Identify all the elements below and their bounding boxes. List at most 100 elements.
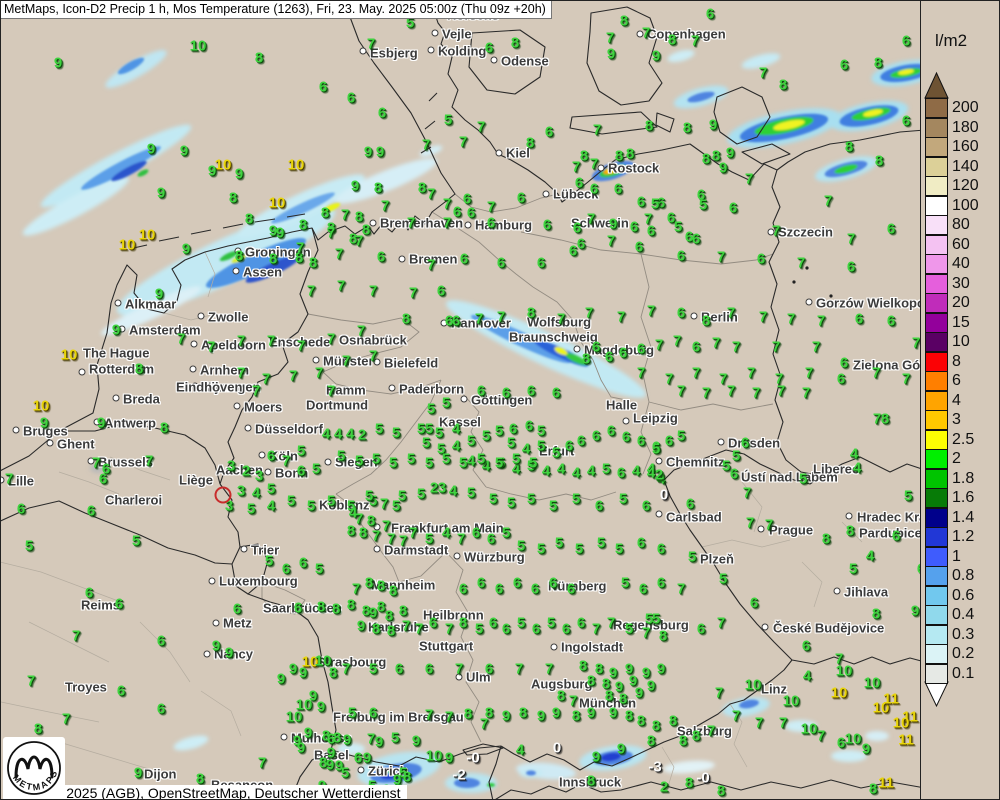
- temp-value: 3: [227, 458, 235, 475]
- temp-value: 8: [526, 135, 534, 152]
- temp-value: 10: [893, 715, 910, 732]
- temp-value: 7: [487, 199, 495, 216]
- temp-value: 6: [513, 575, 521, 592]
- temp-value: 7: [407, 215, 415, 232]
- temp-value: 9: [297, 740, 305, 757]
- temp-value: 9: [709, 117, 717, 134]
- legend-color-swatch: [925, 469, 948, 489]
- temp-value: 8: [683, 120, 691, 137]
- temp-value: 9: [537, 708, 545, 725]
- temp-value: 8: [668, 32, 676, 49]
- weather-map-screenshot: HorsensVejleEsbjergKoldingOdenseCopenhag…: [0, 0, 1000, 800]
- temp-value: 6: [840, 57, 848, 74]
- city-marker-icon: [543, 191, 550, 198]
- city-marker-icon: [691, 313, 698, 320]
- temp-value: 7: [775, 371, 783, 388]
- legend-color-swatch: [925, 157, 948, 177]
- temp-value: 6: [502, 621, 510, 638]
- temp-value: 7: [445, 709, 453, 726]
- temp-value: 8: [679, 733, 687, 750]
- temp-value: 5: [265, 553, 273, 570]
- temp-value: 4: [803, 668, 811, 685]
- temp-value: 7: [752, 385, 760, 402]
- legend-color-swatch: [925, 235, 948, 255]
- legend-color-swatch: [925, 332, 948, 352]
- temp-value: 7: [747, 365, 755, 382]
- temp-value: 5: [391, 730, 399, 747]
- temp-value: 6: [622, 429, 630, 446]
- temp-value: 7: [307, 283, 315, 300]
- temp-value: 7: [92, 455, 100, 472]
- temp-value: 8: [377, 578, 385, 595]
- city-marker-icon: [234, 403, 241, 410]
- temp-value: 7: [380, 496, 388, 513]
- temp-value: 8: [626, 146, 634, 163]
- temp-value: 5: [517, 538, 525, 555]
- temp-value: 7: [427, 257, 435, 274]
- city-marker-icon: [209, 578, 216, 585]
- temp-value: 6: [619, 345, 627, 362]
- temp-value: 6: [532, 621, 540, 638]
- temp-value: 8: [779, 77, 787, 94]
- temp-value: 10: [215, 157, 232, 174]
- temp-value: 6: [502, 385, 510, 402]
- temp-value: 7: [327, 331, 335, 348]
- temp-value: 6: [729, 200, 737, 217]
- temp-value: 7: [252, 383, 260, 400]
- temp-value: -3: [648, 759, 661, 776]
- temp-value: 5: [482, 428, 490, 445]
- temp-value: 6: [750, 595, 758, 612]
- city-label: Prague: [769, 523, 813, 538]
- temp-value: 7: [327, 383, 335, 400]
- temp-value: 7: [755, 715, 763, 732]
- temp-value: 7: [258, 755, 266, 772]
- city-label: Amsterdam: [129, 323, 201, 338]
- temp-value: 7: [692, 365, 700, 382]
- temp-value: 7: [422, 137, 430, 154]
- temp-value: 8: [135, 361, 143, 378]
- legend-color-swatch: [925, 566, 948, 586]
- temp-value: 7: [719, 371, 727, 388]
- temp-value: 9: [317, 699, 325, 716]
- temp-value: 6: [565, 438, 573, 455]
- temp-value: 6: [637, 535, 645, 552]
- city-marker-icon: [496, 150, 503, 157]
- temp-value: 6: [527, 383, 535, 400]
- legend-value: 0.6: [952, 587, 974, 605]
- temp-value: 8: [365, 575, 373, 592]
- temp-value: 9: [40, 415, 48, 432]
- temp-value: 9: [299, 665, 307, 682]
- temp-value: 7: [607, 233, 615, 250]
- temp-value: 8: [875, 153, 883, 170]
- temp-value: 8: [557, 688, 565, 705]
- temp-value: 4: [853, 460, 861, 477]
- temp-value: 9: [376, 144, 384, 161]
- temp-value: 5: [389, 455, 397, 472]
- temp-value: 5: [337, 448, 345, 465]
- temp-value: 8: [717, 783, 725, 800]
- temp-value: 9: [862, 741, 870, 758]
- legend-color-swatch: [925, 605, 948, 625]
- legend-color-swatch: [925, 547, 948, 567]
- temp-value: 7: [642, 25, 650, 42]
- city-label: Eindhoven: [176, 380, 242, 395]
- temp-value: 6: [902, 33, 910, 50]
- city-marker-icon: [574, 346, 581, 353]
- temp-value: 8: [387, 623, 395, 640]
- temp-value: 9: [502, 708, 510, 725]
- temp-value: 7: [369, 283, 377, 300]
- temp-value: 8: [299, 217, 307, 234]
- temp-value: 9: [911, 603, 919, 620]
- legend-color-swatch: [925, 449, 948, 469]
- temp-value: 6: [347, 90, 355, 107]
- temp-value: 7: [812, 339, 820, 356]
- temp-value: 5: [502, 525, 510, 542]
- temp-value: 7: [673, 333, 681, 350]
- city-marker-icon: [204, 651, 211, 658]
- temp-value: 6: [892, 528, 900, 545]
- legend-value: 80: [952, 216, 970, 234]
- temp-value: 7: [342, 353, 350, 370]
- temp-value: 9: [97, 415, 105, 432]
- temp-value: 2: [660, 779, 668, 796]
- temp-value: 9: [719, 160, 727, 177]
